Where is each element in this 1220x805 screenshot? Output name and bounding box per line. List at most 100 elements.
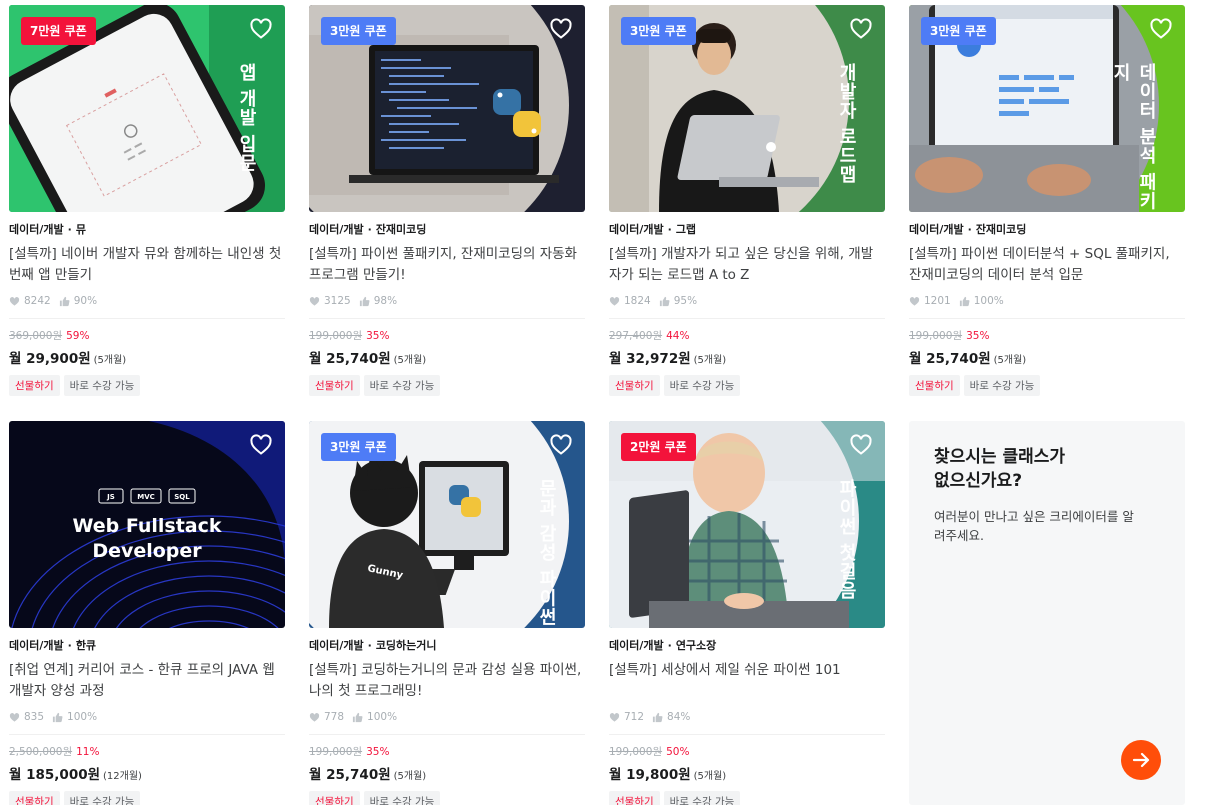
divider [9, 318, 285, 319]
divider [609, 318, 885, 319]
price-row: 199,000원 35% [309, 744, 585, 758]
monthly-price-line: 월 25,740원 (5개월) [309, 347, 585, 367]
heart-outline-icon[interactable] [249, 17, 273, 41]
class-stats: 3125 98% [309, 294, 585, 308]
discount-rate: 35% [366, 330, 390, 342]
monthly-price-line: 월 25,740원 (5개월) [909, 347, 1185, 367]
heart-small-icon [609, 712, 620, 722]
original-price: 369,000원 [9, 330, 63, 342]
class-stats: 1201 100% [909, 294, 1185, 308]
class-thumbnail[interactable]: JS MVC SQL Web Fullstack Developer [9, 421, 285, 628]
like-count: 712 [624, 711, 645, 723]
heart-outline-icon[interactable] [549, 17, 573, 41]
creator-name[interactable]: 한큐 [76, 639, 96, 652]
category: 데이터/개발 [309, 223, 364, 236]
divider [309, 734, 585, 735]
heart-outline-icon[interactable] [249, 433, 273, 457]
gift-tag[interactable]: 선물하기 [609, 791, 660, 805]
divider [309, 318, 585, 319]
category-line: 데이터/개발 · 잔재미코딩 [309, 223, 427, 236]
class-card[interactable]: 3만원 쿠폰 데이터/개발 · 잔재미코딩 [설특까] 파이썬 풀패키지, 잔재미코… [309, 5, 585, 396]
gift-tag[interactable]: 선물하기 [9, 791, 60, 805]
class-thumbnail[interactable]: Gunny 3만원 쿠폰 문과 감성 파이썬 [309, 421, 585, 628]
category-line: 데이터/개발 · 연구소장 [609, 639, 717, 652]
coupon-badge: 2만원 쿠폰 [621, 433, 696, 461]
class-thumbnail[interactable]: 3만원 쿠폰 데이터 분석 패키지 [909, 5, 1185, 212]
monthly-price: 월 25,740원 [309, 767, 391, 783]
category: 데이터/개발 [9, 223, 64, 236]
price-row: 199,000원 35% [309, 328, 585, 342]
web-fullstack-thumbnail-art: JS MVC SQL Web Fullstack Developer [9, 421, 285, 628]
class-title[interactable]: [취업 연계] 커리어 코스 - 한큐 프로의 JAVA 웹 개발자 양성 과정 [9, 660, 285, 702]
gift-tag[interactable]: 선물하기 [9, 375, 60, 396]
instant-tag: 바로 수강 가능 [663, 791, 741, 805]
heart-outline-icon[interactable] [849, 433, 873, 457]
creator-name[interactable]: 잔재미코딩 [376, 223, 427, 236]
installment-months: (5개월) [693, 771, 727, 782]
class-card[interactable]: JS MVC SQL Web Fullstack Developer 데이터/개… [9, 421, 285, 805]
class-thumbnail[interactable]: 3만원 쿠폰 [309, 5, 585, 212]
heart-outline-icon[interactable] [549, 433, 573, 457]
request-description: 여러분이 만나고 싶은 크리에이터를 알려주세요. [934, 509, 1134, 543]
class-thumbnail[interactable]: 3만원 쿠폰 개발자 로드맵 [609, 5, 885, 212]
like-count: 778 [324, 711, 345, 723]
class-card[interactable]: 2만원 쿠폰 파이썬 첫걸음 데이터/개발 · 연구소장 [설특까] 세상에서 제일… [609, 421, 885, 805]
tag-list: 선물하기 바로 수강 가능 [309, 375, 585, 396]
art-line-2: Developer [92, 540, 202, 562]
class-thumbnail[interactable]: 7만원 쿠폰 앱 개발 입문 [9, 5, 285, 212]
creator-name[interactable]: 뮤 [76, 223, 86, 236]
instant-tag: 바로 수강 가능 [363, 375, 441, 396]
heart-outline-icon[interactable] [849, 17, 873, 41]
original-price: 199,000원 [909, 330, 963, 342]
creator-name[interactable]: 잔재미코딩 [976, 223, 1027, 236]
satisfaction-rate: 84% [667, 711, 691, 723]
class-title[interactable]: [설특까] 세상에서 제일 쉬운 파이썬 101 [609, 660, 885, 702]
art-tag-sql: SQL [174, 493, 190, 501]
creator-name[interactable]: 그랩 [676, 223, 696, 236]
satisfaction-rate: 100% [67, 711, 98, 723]
satisfaction-rate: 95% [673, 295, 698, 307]
class-title[interactable]: [설특까] 파이썬 데이터분석 + SQL 풀패키지, 잔재미코딩의 데이터 분… [909, 244, 1185, 286]
class-title[interactable]: [설특까] 파이썬 풀패키지, 잔재미코딩의 자동화 프로그램 만들기! [309, 244, 585, 286]
class-title[interactable]: [설특까] 개발자가 되고 싶은 당신을 위해, 개발자가 되는 로드맵 A t… [609, 244, 885, 286]
category-line: 데이터/개발 · 잔재미코딩 [909, 223, 1027, 236]
monthly-price-line: 월 32,972원 (5개월) [609, 347, 885, 367]
art-tag-mvc: MVC [137, 493, 155, 501]
gift-tag[interactable]: 선물하기 [309, 791, 360, 805]
category-line: 데이터/개발 · 코딩하는거니 [309, 639, 437, 652]
coupon-badge: 3만원 쿠폰 [321, 17, 396, 45]
gift-tag[interactable]: 선물하기 [609, 375, 660, 396]
gift-tag[interactable]: 선물하기 [309, 375, 360, 396]
thumbs-up-icon [52, 712, 63, 722]
monthly-price: 월 32,972원 [609, 351, 691, 367]
instant-tag: 바로 수강 가능 [363, 791, 441, 805]
class-thumbnail[interactable]: 2만원 쿠폰 파이썬 첫걸음 [609, 421, 885, 628]
class-stats: 712 84% [609, 710, 885, 724]
heart-outline-icon[interactable] [1149, 17, 1173, 41]
tag-list: 선물하기 바로 수강 가능 [9, 375, 285, 396]
creator-name[interactable]: 연구소장 [676, 639, 716, 652]
thumbs-up-icon [352, 712, 363, 722]
class-card[interactable]: 3만원 쿠폰 데이터 분석 패키지 데이터/개발 · 잔재미코딩 [설특까] 파이썬… [909, 5, 1185, 396]
class-title[interactable]: [설특까] 코딩하는거니의 문과 감성 실용 파이썬, 나의 첫 프로그래밍! [309, 660, 585, 702]
request-arrow-button[interactable] [1121, 740, 1161, 780]
heart-small-icon [309, 712, 320, 722]
class-card[interactable]: 7만원 쿠폰 앱 개발 입문 데이터/개발 · 뮤 [설특까] 네이버 개발자 뮤와… [9, 5, 285, 396]
category: 데이터/개발 [9, 639, 64, 652]
thumbs-up-icon [652, 712, 663, 722]
creator-name[interactable]: 코딩하는거니 [376, 639, 437, 652]
installment-months: (5개월) [93, 355, 127, 366]
thumbnail-title: 문과 감성 파이썬 [536, 479, 557, 627]
class-card[interactable]: 3만원 쿠폰 개발자 로드맵 데이터/개발 · 그랩 [설특까] 개발자가 되고 싶… [609, 5, 885, 396]
class-request-card[interactable]: 찾으시는 클래스가 없으신가요? 여러분이 만나고 싶은 크리에이터를 알려주세… [909, 421, 1185, 805]
thumbs-up-icon [59, 296, 70, 306]
monthly-price-line: 월 29,900원 (5개월) [9, 347, 285, 367]
installment-months: (5개월) [393, 355, 427, 366]
price-row: 2,500,000원 11% [9, 744, 285, 758]
gift-tag[interactable]: 선물하기 [909, 375, 960, 396]
class-stats: 835 100% [9, 710, 285, 724]
arrow-right-icon [1132, 752, 1150, 768]
class-card[interactable]: Gunny 3만원 쿠폰 문과 감성 파이썬 데이터/개발 · 코딩하는거니 [설특… [309, 421, 585, 805]
class-title[interactable]: [설특까] 네이버 개발자 뮤와 함께하는 내인생 첫번째 앱 만들기 [9, 244, 285, 286]
original-price: 199,000원 [309, 330, 363, 342]
